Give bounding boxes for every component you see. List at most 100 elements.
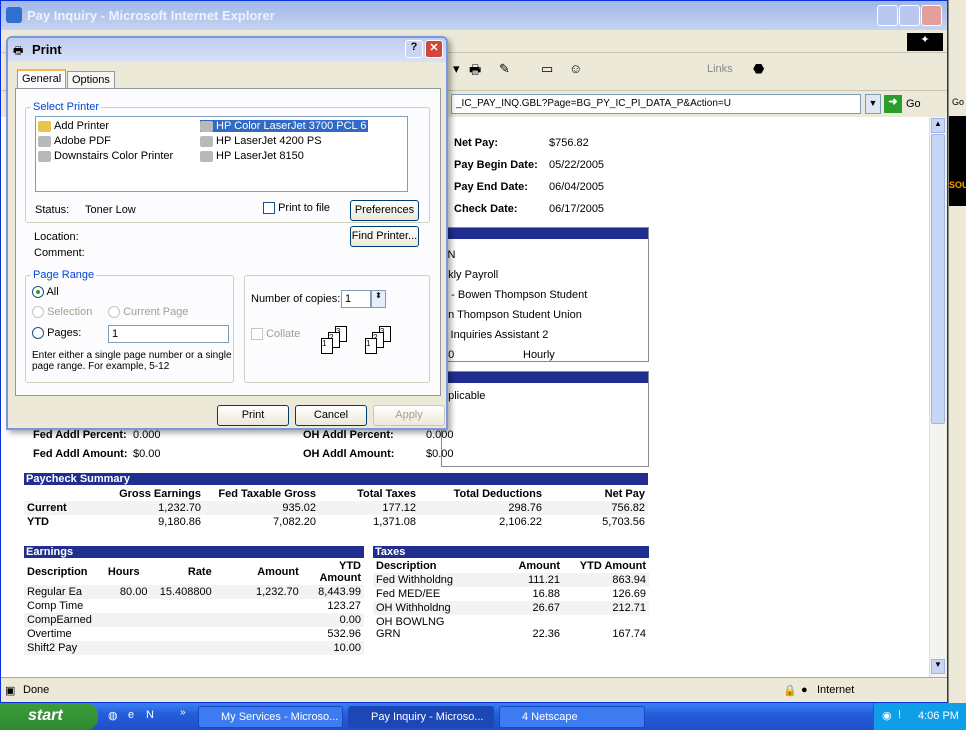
- print-dialog: 🖶 Print ? ✕ General Options Select Print…: [6, 36, 448, 430]
- netscape-quicklaunch-icon[interactable]: N: [146, 709, 154, 721]
- help-button[interactable]: ?: [405, 40, 423, 58]
- print-icon[interactable]: 🖶: [469, 61, 481, 83]
- printer-item-adobe-pdf[interactable]: Adobe PDF: [38, 135, 111, 147]
- summary-cell: 5,703.56: [602, 516, 645, 528]
- earnings-col-header: Rate: [187, 566, 212, 578]
- status-label: Status:: [35, 204, 70, 216]
- messenger-icon[interactable]: ☺: [569, 61, 582, 83]
- copies-input[interactable]: 1: [341, 290, 371, 308]
- pages-input[interactable]: 1: [108, 325, 229, 343]
- cancel-button[interactable]: Cancel: [295, 405, 367, 426]
- scroll-up-icon[interactable]: ▲: [931, 118, 945, 133]
- pay-begin-label: Pay Begin Date:: [454, 159, 538, 171]
- earnings-col-header: Amount: [257, 566, 299, 578]
- vertical-scrollbar[interactable]: ▲ ▼: [929, 117, 946, 677]
- preferences-button[interactable]: Preferences: [350, 200, 419, 221]
- maximize-button[interactable]: [899, 5, 920, 26]
- close-button[interactable]: [921, 5, 942, 26]
- fed-addl-percent-value: 0.000: [133, 429, 161, 441]
- printer-item-hp-color[interactable]: HP Color LaserJet 3700 PCL 6: [200, 120, 369, 132]
- tab-general[interactable]: General: [17, 69, 67, 89]
- taxes-cell: 863.94: [563, 573, 649, 587]
- task-my-services[interactable]: My Services - Microso...: [198, 706, 343, 728]
- taxes-header: Taxes: [373, 546, 649, 558]
- task-pay-inquiry[interactable]: Pay Inquiry - Microso...: [348, 706, 494, 728]
- ie-page-icon: ▣: [5, 685, 16, 697]
- taxes-cell: 26.67: [473, 601, 563, 615]
- system-tray: ◉ ! 4:06 PM: [873, 703, 966, 730]
- earnings-cell: Regular Ea: [24, 585, 105, 599]
- table-row: OH Withholdng 26.67 212.71: [373, 601, 649, 615]
- adobe-icon[interactable]: ⬣: [753, 61, 764, 83]
- status-bar: ▣ Done 🔒 ● Internet: [1, 677, 947, 702]
- earnings-cell: [150, 641, 215, 655]
- summary-cell: YTD: [27, 516, 49, 528]
- printer-icon: [38, 135, 51, 147]
- scroll-down-icon[interactable]: ▼: [931, 659, 945, 674]
- summary-col-header: Fed Taxable Gross: [218, 488, 316, 500]
- earnings-cell: Comp Time: [27, 600, 84, 612]
- address-dropdown-icon[interactable]: ▼: [865, 94, 881, 114]
- go-button[interactable]: Go: [906, 98, 921, 110]
- printer-item-add[interactable]: Add Printer: [38, 120, 109, 132]
- current-page-radio[interactable]: Current Page: [108, 306, 189, 319]
- pages-radio[interactable]: Pages:: [32, 327, 81, 340]
- windows-logo-icon: ✦: [907, 33, 943, 51]
- collate-checkbox[interactable]: Collate: [251, 328, 301, 341]
- copies-group: Number of copies: 1 ⬍ Collate 3 2 1 3 2 …: [244, 275, 430, 383]
- printer-item-downstairs[interactable]: Downstairs Color Printer: [38, 150, 173, 162]
- minimize-button[interactable]: [877, 5, 898, 26]
- oh-addl-percent-label: OH Addl Percent:: [303, 429, 394, 441]
- address-input[interactable]: _IC_PAY_INQ.GBL?Page=BG_PY_IC_PI_DATA_P&…: [451, 94, 861, 114]
- tray-icon[interactable]: ◉: [882, 709, 892, 722]
- print-dialog-title-bar: 🖶 Print ? ✕: [8, 38, 446, 62]
- taxes-col-header: Description: [376, 560, 437, 572]
- collate-label: Collate: [266, 328, 301, 340]
- copies-spinner-icon[interactable]: ⬍: [371, 290, 386, 308]
- printer-list[interactable]: Add Printer Adobe PDF Downstairs Color P…: [35, 116, 408, 192]
- edit-icon[interactable]: ✎: [499, 61, 510, 83]
- pay-end-label: Pay End Date:: [454, 181, 528, 193]
- oh-addl-percent-value: 0.000: [426, 429, 454, 441]
- find-printer-button[interactable]: Find Printer...: [350, 226, 419, 247]
- summary-col-header: [24, 487, 104, 501]
- taxes-col-header: Amount: [518, 560, 560, 572]
- status-value: Toner Low: [85, 204, 136, 216]
- status-text: Done: [23, 684, 50, 696]
- paycheck-summary-table: Gross Earnings Fed Taxable Gross Total T…: [24, 487, 648, 529]
- pay-end-value: 06/04/2005: [549, 181, 605, 193]
- print-button[interactable]: Print: [217, 405, 289, 426]
- start-button[interactable]: start: [0, 703, 98, 730]
- table-row: OH BOWLNG GRN 22.36 167.74: [373, 615, 649, 641]
- printer-item-hp-8150[interactable]: HP LaserJet 8150: [200, 150, 304, 162]
- alert-icon[interactable]: !: [898, 709, 901, 721]
- taxes-cell: Fed MED/EE: [376, 588, 441, 600]
- task-netscape[interactable]: 4 Netscape: [499, 706, 645, 728]
- page-range-label: Page Range: [31, 269, 97, 281]
- selection-radio[interactable]: Selection: [32, 306, 92, 319]
- links-label[interactable]: Links: [707, 63, 733, 75]
- summary-cell: 2,106.22: [499, 516, 542, 528]
- go-arrow-icon[interactable]: ➜: [884, 95, 902, 113]
- dialog-close-button[interactable]: ✕: [425, 40, 443, 58]
- print-to-file-checkbox[interactable]: Print to file: [263, 202, 330, 215]
- apply-button[interactable]: Apply: [373, 405, 445, 426]
- printer-item-hp-4200[interactable]: HP LaserJet 4200 PS: [200, 135, 322, 147]
- summary-col-header: Total Deductions: [453, 488, 542, 500]
- page-range-group: Page Range All Selection Current Page Pa…: [25, 269, 234, 383]
- printer-icon: 🖶: [13, 45, 24, 57]
- all-radio[interactable]: All: [32, 286, 59, 299]
- job-line: 8 - Bowen Thompson Student: [442, 289, 588, 301]
- quick-launch-icon[interactable]: ◍: [108, 709, 118, 722]
- earnings-cell: [150, 599, 214, 613]
- ie-quicklaunch-icon[interactable]: e: [128, 709, 134, 721]
- tab-options[interactable]: Options: [67, 71, 115, 89]
- earnings-cell: [104, 641, 151, 655]
- folder-icon[interactable]: ▭: [541, 61, 553, 83]
- printer-name: Adobe PDF: [54, 135, 111, 147]
- chevron-down-icon[interactable]: ▾: [453, 61, 460, 83]
- chevron-right-icon[interactable]: »: [180, 707, 186, 718]
- background-window-edge: Go SOUT: [948, 0, 966, 703]
- taxes-cell: OH BOWLNG GRN: [376, 616, 445, 640]
- scrollbar-thumb[interactable]: [931, 134, 945, 424]
